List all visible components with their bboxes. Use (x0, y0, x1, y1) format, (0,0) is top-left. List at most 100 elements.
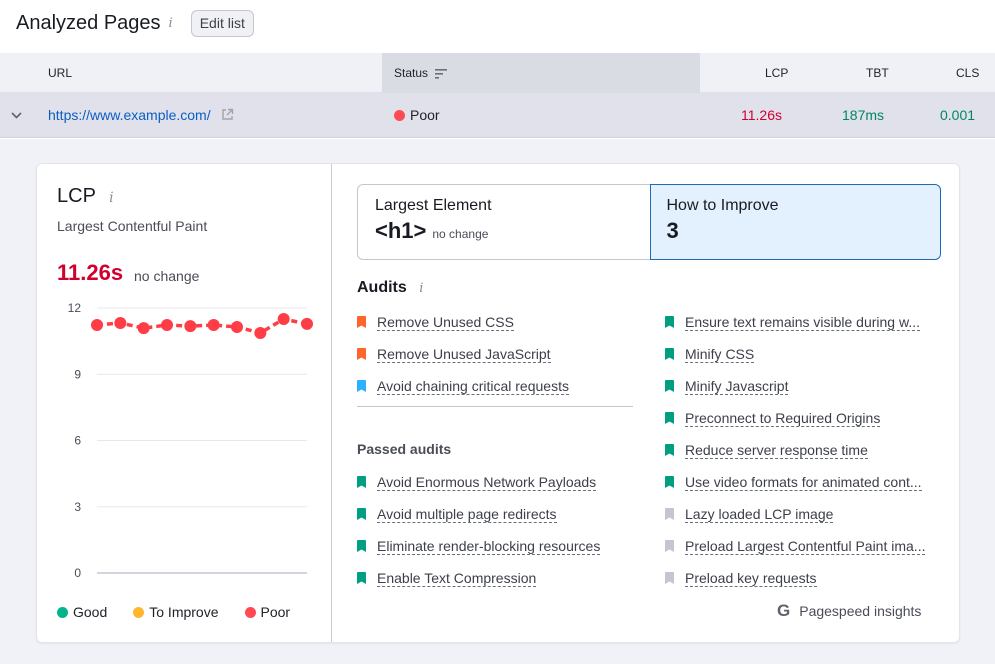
metric-tiles: Largest Element <h1> no change How to Imp… (357, 184, 941, 260)
passed-audits-list-right: Ensure text remains visible during w... M… (665, 306, 926, 594)
audit-label[interactable]: Preconnect to Required Origins (685, 410, 881, 427)
bookmark-icon (665, 412, 674, 424)
audit-label[interactable]: Lazy loaded LCP image (685, 506, 834, 523)
divider (357, 406, 633, 407)
status-label: Poor (410, 107, 440, 123)
external-link-icon[interactable] (221, 108, 234, 121)
data-point[interactable] (301, 317, 313, 330)
bookmark-icon (357, 348, 366, 360)
audit-label[interactable]: Avoid Enormous Network Payloads (377, 474, 597, 491)
chart-legend: Good To Improve Poor (57, 604, 316, 620)
audit-item[interactable]: Preconnect to Required Origins (665, 402, 925, 434)
google-icon: G (777, 601, 791, 620)
data-point[interactable] (161, 319, 173, 332)
lcp-value: 11.26s (741, 107, 782, 123)
audit-item[interactable]: Avoid chaining critical requests (357, 370, 569, 402)
metric-subtitle: Largest Contentful Paint (57, 218, 208, 234)
chevron-down-icon[interactable] (11, 112, 22, 119)
column-header-lcp[interactable]: LCP (765, 66, 788, 80)
audits-heading: Audits i (357, 279, 423, 297)
url-link[interactable]: https://www.example.com/ (48, 107, 211, 123)
poor-dot (244, 606, 256, 618)
audit-label[interactable]: Use video formats for animated cont... (685, 474, 922, 491)
data-point[interactable] (254, 326, 267, 339)
audit-label[interactable]: Avoid multiple page redirects (377, 506, 557, 523)
largest-element-tile[interactable]: Largest Element <h1> no change (357, 184, 650, 260)
audit-item[interactable]: Avoid Enormous Network Payloads (357, 466, 600, 498)
audit-item[interactable]: Use video formats for animated cont... (665, 466, 925, 498)
how-to-improve-tile[interactable]: How to Improve 3 (649, 184, 941, 260)
audit-label[interactable]: Minify Javascript (685, 378, 789, 395)
data-point[interactable] (114, 317, 127, 330)
series-line (96, 317, 308, 335)
bookmark-icon (665, 348, 674, 360)
audit-item[interactable]: Remove Unused JavaScript (357, 338, 569, 370)
edit-list-button[interactable]: Edit list (190, 9, 254, 37)
column-header-tbt[interactable]: TBT (866, 66, 889, 80)
good-dot (57, 606, 68, 618)
data-point[interactable] (207, 319, 220, 332)
bookmark-icon (665, 572, 674, 584)
audit-item[interactable]: Lazy loaded LCP image (665, 498, 925, 530)
audit-item[interactable]: Minify Javascript (665, 370, 925, 402)
audit-item[interactable]: Preload key requests (665, 562, 925, 594)
data-point[interactable] (137, 322, 150, 335)
data-point[interactable] (91, 319, 103, 332)
passed-audits-list: Avoid Enormous Network Payloads Avoid mul… (357, 466, 601, 594)
page-title: Analyzed Pages (16, 11, 161, 34)
audit-item[interactable]: Remove Unused CSS (357, 306, 569, 338)
audit-item[interactable]: Reduce server response time (665, 434, 925, 466)
bookmark-icon (665, 316, 674, 328)
bookmark-icon (357, 508, 366, 520)
audit-label[interactable]: Avoid chaining critical requests (377, 378, 569, 395)
lcp-trend-chart: 0 3 6 9 12 (68, 301, 313, 580)
data-point[interactable] (184, 320, 197, 333)
column-header-cls[interactable]: CLS (956, 66, 979, 80)
lcp-detail-card: LCP i Largest Contentful Paint 11.26s no… (36, 163, 960, 643)
metric-panel: LCP i Largest Contentful Paint 11.26s no… (37, 164, 332, 642)
poor-status-dot (394, 110, 405, 121)
audit-label[interactable]: Ensure text remains visible during w... (685, 314, 920, 331)
page-header: Analyzed Pages i Edit list (16, 9, 254, 37)
audit-item[interactable]: Enable Text Compression (357, 562, 600, 594)
audit-item[interactable]: Ensure text remains visible during w... (665, 306, 925, 338)
to-improve-dot (133, 606, 145, 618)
info-icon[interactable]: i (169, 16, 173, 31)
info-icon[interactable]: i (419, 281, 423, 296)
table-row: https://www.example.com/ Poor 11.26s 187… (0, 93, 995, 138)
info-icon[interactable]: i (109, 190, 113, 206)
metric-value: 11.26s (57, 260, 124, 285)
audit-item[interactable]: Preload Largest Contentful Paint ima... (665, 530, 926, 562)
audit-item[interactable]: Avoid multiple page redirects (357, 498, 600, 530)
audit-label[interactable]: Reduce server response time (685, 442, 868, 459)
audit-label[interactable]: Remove Unused JavaScript (377, 346, 551, 363)
metric-title: LCP i (57, 185, 114, 208)
pagespeed-insights-label: Pagespeed insights (799, 603, 922, 619)
sort-icon[interactable] (435, 68, 448, 79)
data-point[interactable] (231, 320, 243, 333)
audits-heading-label: Audits (357, 279, 407, 296)
legend-label: To Improve (149, 604, 219, 620)
audit-item[interactable]: Minify CSS (665, 338, 925, 370)
audit-label[interactable]: Preload Largest Contentful Paint ima... (685, 538, 926, 555)
largest-element-value: <h1> (375, 218, 427, 243)
pagespeed-insights-link[interactable]: G Pagespeed insights (777, 601, 921, 621)
bookmark-icon (357, 316, 366, 328)
legend-item-poor: Poor (244, 604, 290, 620)
audit-label[interactable]: Remove Unused CSS (377, 314, 514, 331)
audit-item[interactable]: Eliminate render-blocking resources (357, 530, 601, 562)
metric-change: no change (134, 268, 200, 284)
metric-title-label: LCP (57, 185, 96, 207)
column-header-status[interactable]: Status (394, 66, 448, 80)
cls-value: 0.001 (940, 107, 976, 123)
audit-label[interactable]: Preload key requests (685, 570, 817, 587)
bookmark-icon (357, 540, 366, 552)
data-point[interactable] (277, 313, 290, 326)
audit-label[interactable]: Eliminate render-blocking resources (377, 538, 601, 555)
audit-label[interactable]: Enable Text Compression (377, 570, 537, 587)
bookmark-icon (357, 572, 366, 584)
column-header-url[interactable]: URL (48, 66, 72, 80)
audit-label[interactable]: Minify CSS (685, 346, 755, 363)
y-tick-label: 12 (68, 301, 82, 315)
legend-item-good: Good (57, 604, 107, 620)
